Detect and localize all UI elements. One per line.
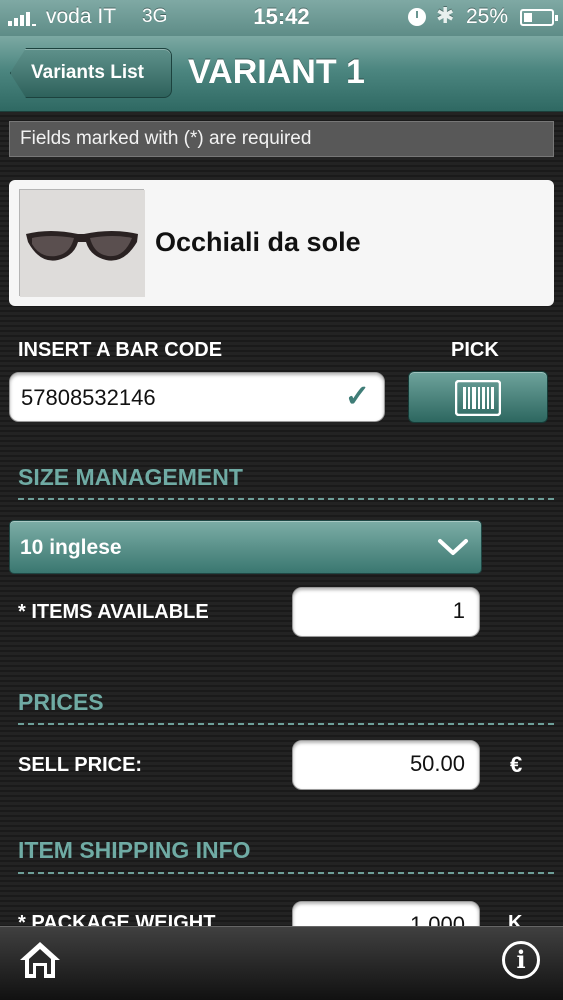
package-weight-row: * PACKAGE WEIGHT 1.000 K xyxy=(0,900,563,926)
pick-label: PICK xyxy=(451,339,499,361)
navigation-bar: Variants List VARIANT 1 xyxy=(0,36,563,112)
barcode-icon xyxy=(455,380,501,416)
item-shipping-info-title: ITEM SHIPPING INFO xyxy=(18,837,251,863)
items-available-input[interactable]: 1 xyxy=(292,587,480,637)
items-available-label: * ITEMS AVAILABLE xyxy=(18,601,209,623)
info-icon[interactable]: i xyxy=(502,941,540,979)
alarm-clock-icon xyxy=(408,8,426,26)
barcode-label: INSERT A BAR CODE xyxy=(18,339,223,361)
status-bar: voda IT 3G 15:42 ✱ 25% xyxy=(0,0,563,36)
back-button-label: Variants List xyxy=(31,62,144,83)
section-divider xyxy=(18,723,554,725)
barcode-input[interactable]: 57808532146 ✓ xyxy=(9,372,385,422)
sell-price-label: SELL PRICE: xyxy=(18,754,143,776)
size-selected-value: 10 inglese xyxy=(20,536,122,559)
prices-title: PRICES xyxy=(18,689,104,715)
package-weight-label: * PACKAGE WEIGHT xyxy=(18,912,216,926)
size-management-title: SIZE MANAGEMENT xyxy=(18,464,243,490)
section-divider xyxy=(18,872,554,874)
size-dropdown[interactable]: 10 inglese xyxy=(9,520,482,574)
product-name: Occhiali da sole xyxy=(155,227,361,257)
battery-icon xyxy=(520,9,558,26)
bottom-toolbar: i xyxy=(0,926,563,1000)
product-image[interactable] xyxy=(19,189,145,297)
battery-percent: 25% xyxy=(466,5,509,28)
package-weight-unit: K xyxy=(508,912,523,926)
home-icon[interactable] xyxy=(18,939,62,986)
package-weight-input[interactable]: 1.000 xyxy=(292,901,480,926)
bluetooth-icon: ✱ xyxy=(436,3,455,28)
back-button[interactable]: Variants List xyxy=(10,48,172,98)
product-card: Occhiali da sole xyxy=(9,180,554,306)
sell-price-input[interactable]: 50.00 xyxy=(292,740,480,790)
required-fields-note: Fields marked with (*) are required xyxy=(9,121,554,157)
sunglasses-icon xyxy=(20,190,145,297)
barcode-value: 57808532146 xyxy=(21,385,156,410)
pick-barcode-button[interactable] xyxy=(408,371,548,423)
page-title: VARIANT 1 xyxy=(188,53,365,91)
checkmark-icon: ✓ xyxy=(344,380,370,413)
currency-symbol: € xyxy=(510,752,523,777)
chevron-down-icon xyxy=(438,539,468,555)
section-divider xyxy=(18,498,554,500)
